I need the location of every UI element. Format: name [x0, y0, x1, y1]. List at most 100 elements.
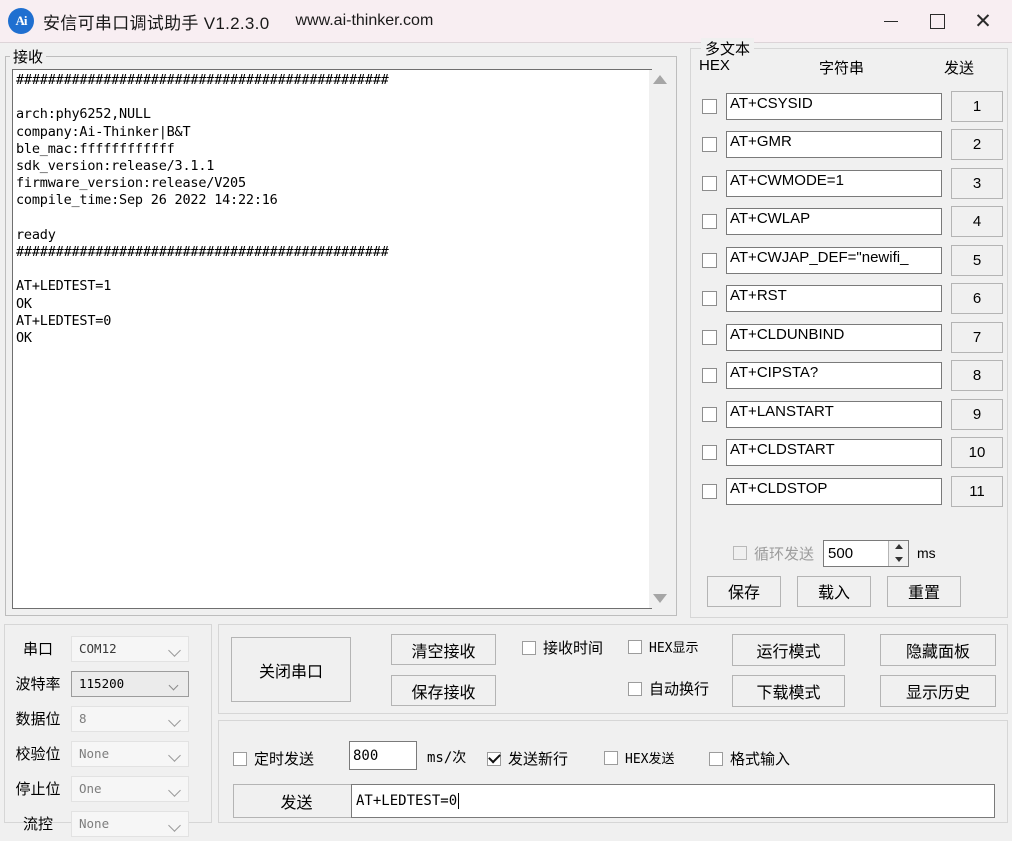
- command-input-2[interactable]: AT+GMR: [726, 131, 942, 159]
- hex-display-label: HEX显示: [649, 641, 699, 656]
- multitext-row: AT+CLDSTART 10: [691, 434, 1007, 473]
- command-input-5[interactable]: AT+CWJAP_DEF="newifi_: [726, 246, 942, 274]
- command-input-7[interactable]: AT+CLDUNBIND: [726, 323, 942, 351]
- send-button-6[interactable]: 6: [951, 283, 1003, 315]
- receive-scrollbar[interactable]: [649, 70, 671, 608]
- send-button-2[interactable]: 2: [951, 129, 1003, 161]
- hex-checkbox-4[interactable]: [702, 214, 717, 230]
- receive-group-label: 接收: [10, 46, 47, 67]
- hex-display-checkbox[interactable]: HEX显示: [628, 637, 698, 656]
- receive-time-label: 接收时间: [543, 640, 604, 657]
- timed-send-label: 定时发送: [254, 751, 315, 768]
- serial-row-baud: 波特率 115200: [5, 666, 211, 701]
- send-button-9[interactable]: 9: [951, 398, 1003, 430]
- header-string: 字符串: [819, 60, 865, 77]
- hex-checkbox-11[interactable]: [702, 483, 717, 499]
- hex-checkbox-3[interactable]: [702, 175, 717, 191]
- multitext-row: AT+CIPSTA? 8: [691, 357, 1007, 396]
- hex-checkbox-6[interactable]: [702, 291, 717, 307]
- send-button-7[interactable]: 7: [951, 321, 1003, 353]
- multitext-row: AT+GMR 2: [691, 126, 1007, 165]
- chevron-down-icon: [168, 680, 179, 690]
- databits-select[interactable]: 8: [71, 705, 189, 732]
- hex-checkbox-2[interactable]: [702, 137, 717, 153]
- parity-select[interactable]: None: [71, 740, 189, 767]
- command-input-10[interactable]: AT+CLDSTART: [726, 439, 942, 467]
- hex-send-checkbox[interactable]: HEX发送: [604, 748, 674, 767]
- stepper-down-icon[interactable]: [889, 553, 908, 566]
- text-caret: [458, 793, 460, 809]
- hex-checkbox-5[interactable]: [702, 252, 717, 268]
- loop-interval-stepper[interactable]: 500: [823, 539, 910, 567]
- auto-wrap-checkbox[interactable]: 自动换行: [628, 678, 709, 699]
- baudrate-select[interactable]: 115200: [71, 670, 189, 697]
- command-input-9[interactable]: AT+LANSTART: [726, 400, 942, 428]
- send-button-10[interactable]: 10: [951, 437, 1003, 469]
- loop-unit-label: ms: [917, 545, 936, 561]
- receive-time-checkbox[interactable]: 接收时间: [522, 637, 603, 658]
- flowcontrol-select[interactable]: None: [71, 810, 189, 837]
- hex-checkbox-7[interactable]: [702, 329, 717, 345]
- receive-textarea[interactable]: ########################################…: [12, 69, 652, 609]
- send-button-11[interactable]: 11: [951, 475, 1003, 507]
- clear-receive-button[interactable]: 清空接收: [391, 634, 496, 665]
- save-receive-button[interactable]: 保存接收: [391, 675, 496, 706]
- app-url: www.ai-thinker.com: [295, 12, 434, 29]
- show-history-button[interactable]: 显示历史: [880, 675, 996, 707]
- scroll-up-icon[interactable]: [653, 75, 667, 84]
- checkbox-box: [487, 751, 501, 766]
- stepper-up-icon[interactable]: [889, 541, 908, 554]
- close-icon[interactable]: ✕: [960, 0, 1006, 43]
- checkbox-box: [233, 751, 247, 766]
- send-button-1[interactable]: 1: [951, 90, 1003, 122]
- send-button-5[interactable]: 5: [951, 244, 1003, 276]
- port-select[interactable]: COM12: [71, 635, 189, 662]
- send-input-value: AT+LEDTEST=0: [356, 793, 458, 809]
- download-mode-button[interactable]: 下载模式: [732, 675, 845, 707]
- scroll-down-icon[interactable]: [653, 594, 667, 603]
- format-input-checkbox[interactable]: 格式输入: [709, 748, 790, 769]
- multitext-row: AT+LANSTART 9: [691, 395, 1007, 434]
- command-input-6[interactable]: AT+RST: [726, 285, 942, 313]
- window-controls: ✕: [868, 0, 1012, 43]
- hex-checkbox-1[interactable]: [702, 98, 717, 114]
- timed-send-checkbox[interactable]: 定时发送: [233, 748, 314, 769]
- close-serial-button[interactable]: 关闭串口: [231, 637, 351, 702]
- loop-send-label: 循环发送: [754, 545, 815, 563]
- command-input-11[interactable]: AT+CLDSTOP: [726, 477, 942, 505]
- stepper-buttons[interactable]: [888, 540, 909, 566]
- hex-checkbox-9[interactable]: [702, 406, 717, 422]
- multitext-row: AT+CWLAP 4: [691, 203, 1007, 242]
- hide-panel-button[interactable]: 隐藏面板: [880, 634, 996, 666]
- send-button[interactable]: 发送: [233, 784, 360, 818]
- command-input-1[interactable]: AT+CSYSID: [726, 92, 942, 120]
- loop-send-row: 循环发送 500 ms: [691, 536, 1007, 570]
- run-mode-button[interactable]: 运行模式: [732, 634, 845, 666]
- stopbits-select[interactable]: One: [71, 775, 189, 802]
- multitext-row: AT+CSYSID 1: [691, 87, 1007, 126]
- send-button-8[interactable]: 8: [951, 360, 1003, 392]
- hex-checkbox-10[interactable]: [702, 445, 717, 461]
- loop-send-checkbox[interactable]: [733, 546, 747, 560]
- send-newline-checkbox[interactable]: 发送新行: [487, 748, 568, 769]
- multitext-group: 多文本 HEX 字符串 发送 AT+CSYSID 1 AT+GMR 2 AT+C…: [690, 38, 1008, 618]
- minimize-icon[interactable]: [868, 0, 914, 43]
- command-input-8[interactable]: AT+CIPSTA?: [726, 362, 942, 390]
- multitext-actions: 保存 载入 重置: [691, 574, 1007, 608]
- port-value: COM12: [79, 641, 117, 656]
- send-input[interactable]: AT+LEDTEST=0: [351, 784, 995, 818]
- loop-interval-value[interactable]: 500: [824, 545, 888, 562]
- multitext-row: AT+CLDSTOP 11: [691, 472, 1007, 511]
- command-input-4[interactable]: AT+CWLAP: [726, 208, 942, 236]
- reset-button[interactable]: 重置: [887, 575, 961, 607]
- timed-send-interval-input[interactable]: 800: [349, 741, 417, 770]
- command-input-3[interactable]: AT+CWMODE=1: [726, 169, 942, 197]
- serial-row-port: 串口 COM12: [5, 631, 211, 666]
- save-button[interactable]: 保存: [707, 575, 781, 607]
- load-button[interactable]: 载入: [797, 575, 871, 607]
- maximize-icon[interactable]: [914, 0, 960, 43]
- send-button-3[interactable]: 3: [951, 167, 1003, 199]
- send-button-4[interactable]: 4: [951, 206, 1003, 238]
- hex-checkbox-8[interactable]: [702, 368, 717, 384]
- checkbox-box: [628, 681, 642, 696]
